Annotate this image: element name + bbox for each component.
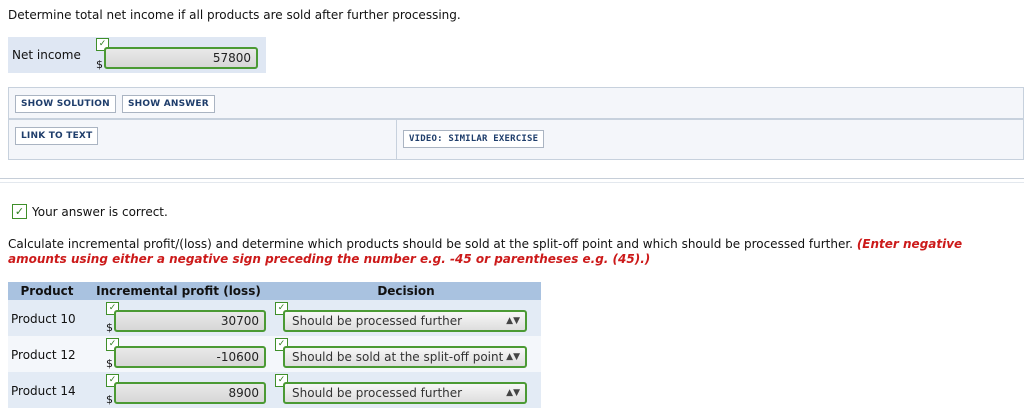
currency-symbol: $: [106, 393, 113, 406]
currency-symbol: $: [96, 58, 103, 71]
product-name: Product 14: [11, 384, 76, 398]
link-to-text-button[interactable]: LINK TO TEXT: [15, 127, 99, 145]
product-name: Product 10: [11, 312, 76, 326]
decision-value: Should be processed further: [292, 386, 463, 400]
table-row: Product 14 ✓ $ 8900 ✓ Should be processe…: [8, 372, 541, 408]
incremental-profit-input[interactable]: -10600: [114, 346, 266, 368]
decision-value: Should be processed further: [292, 314, 463, 328]
table-row: Product 10 ✓ $ 30700 ✓ Should be process…: [8, 300, 541, 336]
correct-check-icon: ✓: [12, 204, 27, 219]
column-header-incremental: Incremental profit (loss): [86, 282, 271, 300]
currency-symbol: $: [106, 321, 113, 334]
decision-select[interactable]: Should be processed further ▲▼: [283, 310, 527, 332]
show-solution-button[interactable]: SHOW SOLUTION: [15, 95, 116, 113]
section-divider-shadow: [0, 182, 1024, 183]
product-name: Product 12: [11, 348, 76, 362]
select-arrows-icon: ▲▼: [506, 388, 520, 398]
section-divider: [0, 178, 1024, 179]
results-table: Product Incremental profit (loss) Decisi…: [8, 282, 541, 408]
instructions-main: Calculate incremental profit/(loss) and …: [8, 237, 857, 251]
question-text: Determine total net income if all produc…: [8, 8, 461, 22]
video-similar-exercise-button[interactable]: VIDEO: SIMILAR EXERCISE: [403, 130, 545, 148]
select-arrows-icon: ▲▼: [506, 316, 520, 326]
panel-divider: [396, 119, 397, 160]
decision-select[interactable]: Should be processed further ▲▼: [283, 382, 527, 404]
column-header-decision: Decision: [271, 282, 541, 300]
incremental-profit-input[interactable]: 30700: [114, 310, 266, 332]
table-row: Product 12 ✓ $ -10600 ✓ Should be sold a…: [8, 336, 541, 372]
decision-select[interactable]: Should be sold at the split-off point ▲▼: [283, 346, 527, 368]
select-arrows-icon: ▲▼: [506, 352, 520, 362]
net-income-label: Net income: [12, 48, 81, 62]
show-answer-button[interactable]: SHOW ANSWER: [122, 95, 215, 113]
currency-symbol: $: [106, 357, 113, 370]
instructions: Calculate incremental profit/(loss) and …: [8, 237, 1018, 267]
incremental-profit-input[interactable]: 8900: [114, 382, 266, 404]
decision-value: Should be sold at the split-off point: [292, 350, 504, 364]
column-header-product: Product: [8, 282, 86, 300]
correct-message: Your answer is correct.: [32, 205, 168, 219]
net-income-input[interactable]: 57800: [104, 47, 258, 69]
